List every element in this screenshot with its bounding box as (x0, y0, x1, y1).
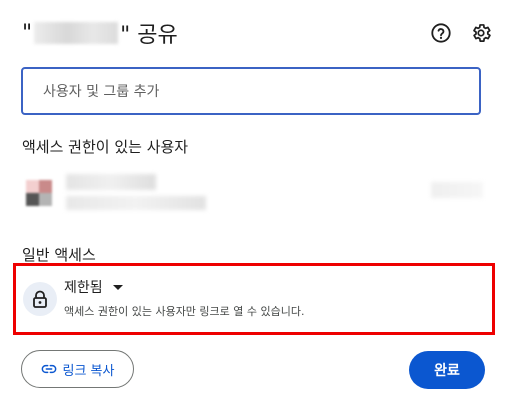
access-level-description: 액세스 권한이 있는 사용자만 링크로 열 수 있습니다. (64, 305, 305, 318)
copy-link-button[interactable]: 링크 복사 (21, 350, 134, 388)
user-row[interactable] (26, 168, 486, 212)
access-level-dropdown[interactable]: 제한됨 (64, 277, 123, 297)
redacted-file-name (34, 22, 119, 44)
title-suffix: " 공유 (120, 23, 178, 48)
redacted-user-role (431, 182, 483, 198)
dialog-title: " " 공유 (22, 18, 178, 49)
general-access-heading: 일반 액세스 (22, 246, 96, 264)
chevron-down-icon (112, 284, 123, 290)
gear-icon[interactable] (470, 22, 492, 44)
redacted-user-email (66, 196, 206, 210)
title-open-quote: " (22, 20, 33, 46)
share-dialog: " " 공유 사용자 및 그룹 추가 액세스 권한이 있는 사용자 일반 액세스 (0, 0, 505, 411)
link-icon (41, 364, 56, 374)
lock-icon (23, 282, 57, 316)
avatar (26, 180, 52, 206)
people-with-access-heading: 액세스 권한이 있는 사용자 (22, 138, 189, 156)
access-level-label: 제한됨 (64, 280, 103, 296)
general-access-highlight: 제한됨 액세스 권한이 있는 사용자만 링크로 열 수 있습니다. (13, 263, 495, 335)
add-people-placeholder: 사용자 및 그룹 추가 (43, 84, 160, 100)
copy-link-label: 링크 복사 (62, 363, 115, 379)
done-button[interactable]: 완료 (409, 351, 485, 389)
redacted-user-name (66, 174, 156, 190)
help-icon[interactable] (430, 22, 452, 44)
done-label: 완료 (434, 363, 460, 379)
add-people-input[interactable]: 사용자 및 그룹 추가 (21, 67, 481, 115)
